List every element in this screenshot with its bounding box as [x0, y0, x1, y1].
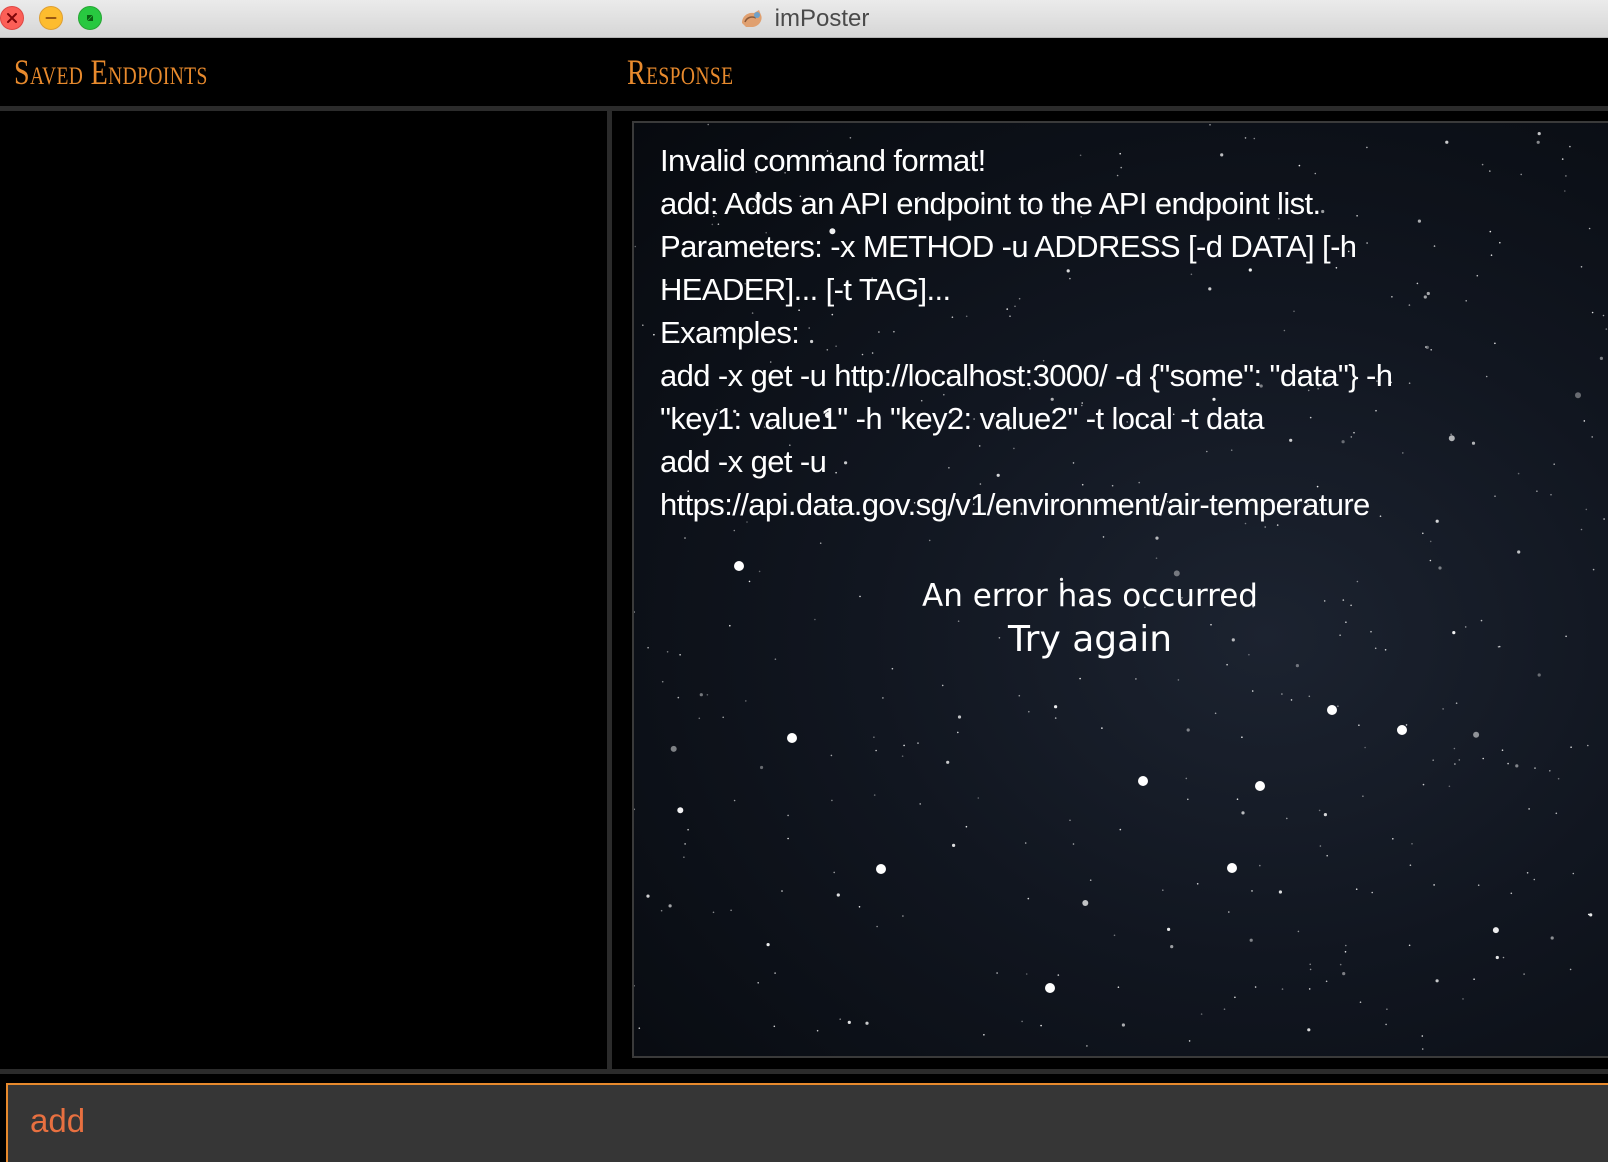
window-title-text: imPoster: [774, 5, 870, 32]
saved-endpoints-header: Saved Endpoints: [14, 52, 208, 92]
response-message: Invalid command format! add: Adds an API…: [660, 139, 1560, 526]
response-header: Response: [627, 52, 734, 92]
window-title: imPoster: [0, 0, 1608, 38]
response-line: add -x get -u: [660, 444, 827, 479]
response-line: Invalid command format!: [660, 143, 986, 178]
saved-endpoints-list[interactable]: [0, 111, 607, 1069]
response-panel[interactable]: Invalid command format! add: Adds an API…: [632, 121, 1608, 1058]
app-window: imPoster Saved Endpoints Response Invali…: [0, 0, 1608, 1162]
footer-divider: [0, 1069, 1608, 1074]
title-bar: imPoster: [0, 0, 1608, 38]
app-logo-icon: [741, 10, 762, 27]
response-line: HEADER]... [-t TAG]...: [660, 272, 951, 307]
command-input[interactable]: [30, 1099, 1530, 1143]
error-title: An error has occurred: [922, 578, 1258, 614]
response-line: https://api.data.gov.sg/v1/environment/a…: [660, 487, 1370, 522]
response-line: Examples:: [660, 315, 800, 350]
command-box[interactable]: [6, 1083, 1608, 1162]
panel-divider[interactable]: [607, 111, 612, 1069]
response-line: "key1: value1" -h "key2: value2" -t loca…: [660, 401, 1265, 436]
response-line: add: Adds an API endpoint to the API end…: [660, 186, 1321, 221]
response-line: add -x get -u http://localhost:3000/ -d …: [660, 358, 1393, 393]
error-retry-text: Try again: [1007, 619, 1173, 660]
error-image-caption: An error has occurred Try again: [634, 575, 1546, 663]
response-line: Parameters: -x METHOD -u ADDRESS [-d DAT…: [660, 229, 1357, 264]
